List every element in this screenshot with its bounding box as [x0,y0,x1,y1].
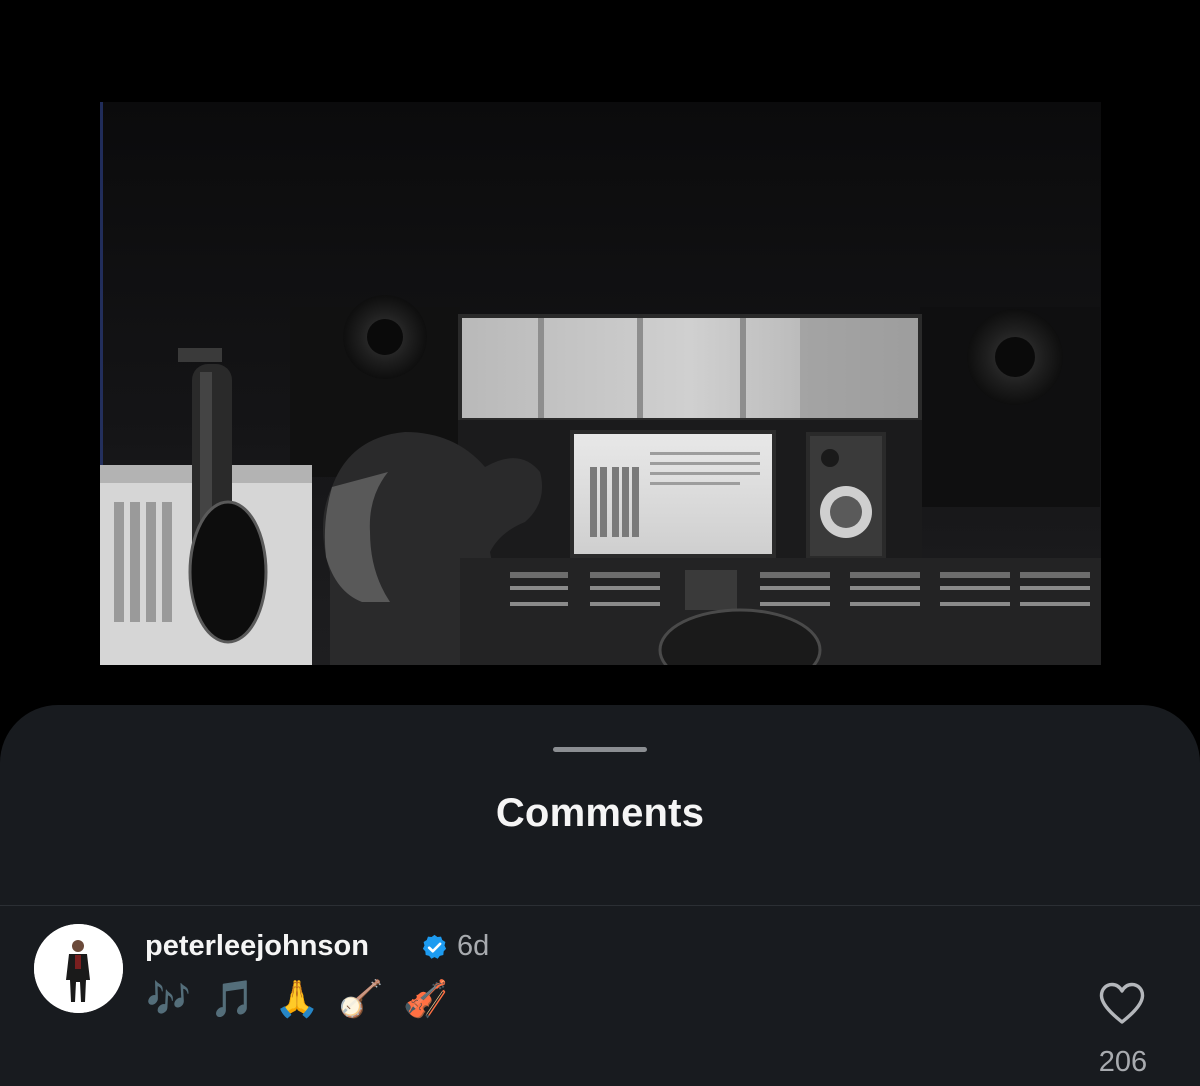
video-player[interactable] [100,102,1101,665]
video-frame-image [100,102,1101,665]
comment-timestamp: 6d [457,930,490,962]
heart-outline-icon[interactable] [1097,980,1147,1026]
comments-sheet: Comments peterleejohnson 6d 🎶 🎵 🙏 🪕 🎻 20… [0,705,1200,1086]
avatar-image [34,924,123,1013]
comment-item[interactable]: peterleejohnson 6d 🎶 🎵 🙏 🪕 🎻 206 [0,906,1200,1086]
like-count: 206 [1098,1046,1148,1078]
reel-comments-screen: Comments peterleejohnson 6d 🎶 🎵 🙏 🪕 🎻 20… [0,0,1200,1086]
verified-badge-icon [422,934,447,959]
comment-username[interactable]: peterleejohnson [145,930,369,963]
sheet-title: Comments [495,791,705,835]
avatar[interactable] [34,924,123,1013]
comment-text: 🎶 🎵 🙏 🪕 🎻 [146,979,452,1020]
sheet-grab-handle[interactable] [553,747,647,752]
